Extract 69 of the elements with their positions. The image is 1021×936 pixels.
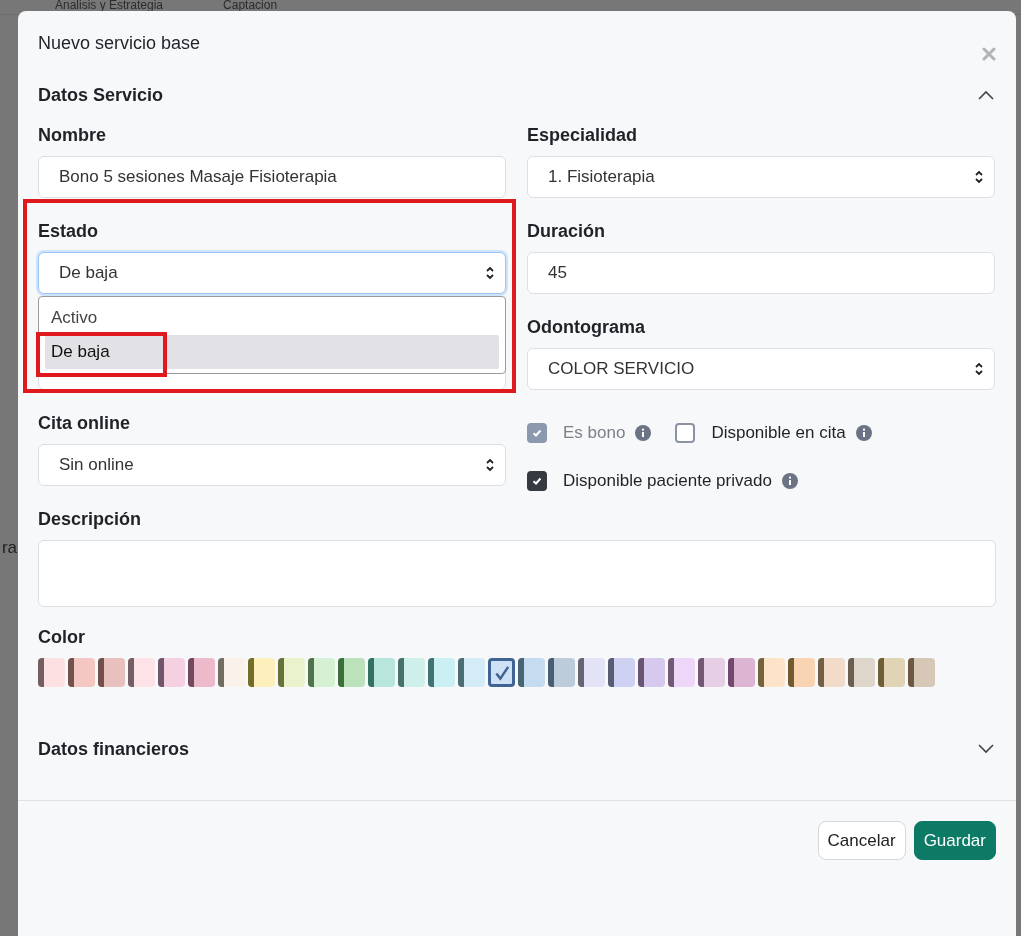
color-swatch[interactable] — [338, 658, 365, 687]
checkbox-label: Disponible en cita — [711, 423, 846, 443]
color-swatch[interactable] — [488, 658, 515, 687]
dropdown-option[interactable]: Activo — [45, 301, 499, 335]
color-swatch[interactable] — [548, 658, 575, 687]
checkbox-label: Es bono — [563, 423, 626, 443]
sort-icon — [974, 169, 984, 185]
select-field[interactable]: COLOR SERVICIO — [527, 348, 995, 390]
color-swatch[interactable] — [68, 658, 95, 687]
section-title: Datos financieros — [38, 738, 190, 760]
color-swatch[interactable] — [98, 658, 125, 687]
chevron-icon[interactable] — [978, 744, 994, 754]
color-swatch[interactable] — [728, 658, 755, 687]
color-swatch[interactable] — [818, 658, 845, 687]
dialog-button[interactable]: Cancelar — [817, 821, 906, 860]
text-field[interactable]: Bono 5 sesiones Masaje Fisioterapia — [38, 156, 506, 198]
info-icon[interactable] — [855, 425, 872, 441]
table-cell: ra — [0, 538, 17, 558]
select-field[interactable]: 1. Fisioterapia — [527, 156, 995, 198]
info-icon[interactable] — [781, 473, 798, 489]
color-swatch[interactable] — [518, 658, 545, 687]
field-label: Descripción — [38, 508, 143, 530]
color-swatch[interactable] — [698, 658, 725, 687]
checkbox[interactable] — [675, 423, 696, 443]
color-swatch[interactable] — [458, 658, 485, 687]
color-swatch[interactable] — [668, 658, 695, 687]
color-swatch[interactable] — [248, 658, 275, 687]
field-label: Especialidad — [527, 124, 639, 146]
color-swatch[interactable] — [188, 658, 215, 687]
color-swatch[interactable] — [398, 658, 425, 687]
select-field[interactable]: Sin online — [38, 444, 506, 486]
field-label: Odontograma — [527, 316, 646, 338]
dialog-title: Nuevo servicio base — [38, 32, 201, 54]
color-swatch[interactable] — [878, 658, 905, 687]
dropdown-option[interactable]: De baja — [45, 335, 499, 369]
color-swatch[interactable] — [608, 658, 635, 687]
section-title: Datos Servicio — [38, 84, 164, 106]
color-swatch[interactable] — [758, 658, 785, 687]
dialog-button[interactable]: Guardar — [913, 821, 996, 860]
color-swatch[interactable] — [368, 658, 395, 687]
color-swatch[interactable] — [908, 658, 935, 687]
checkbox[interactable] — [527, 471, 547, 491]
color-swatch[interactable] — [308, 658, 335, 687]
checkmark-icon — [531, 427, 543, 439]
sort-icon — [485, 457, 495, 473]
field-label: Estado — [38, 220, 99, 242]
chevron-icon[interactable] — [978, 90, 994, 100]
textarea-field[interactable] — [38, 540, 996, 607]
color-swatch[interactable] — [38, 658, 65, 687]
color-swatch[interactable] — [848, 658, 875, 687]
color-swatch[interactable] — [218, 658, 245, 687]
sort-icon — [485, 265, 495, 281]
field-label: Color — [38, 626, 86, 648]
info-icon[interactable] — [635, 425, 652, 441]
checkbox-label: Disponible paciente privado — [563, 471, 772, 491]
color-swatch[interactable] — [578, 658, 605, 687]
color-swatch[interactable] — [158, 658, 185, 687]
checkmark-icon — [531, 475, 543, 487]
sort-icon — [974, 361, 984, 377]
field-label: Cita online — [38, 412, 131, 434]
field-label: Duración — [527, 220, 606, 242]
select-field[interactable]: De baja — [38, 252, 506, 294]
color-swatch[interactable] — [788, 658, 815, 687]
text-field[interactable]: 45 — [527, 252, 995, 294]
color-swatch[interactable] — [278, 658, 305, 687]
color-swatch[interactable] — [428, 658, 455, 687]
field-label: Nombre — [38, 124, 107, 146]
color-swatch[interactable] — [128, 658, 155, 687]
color-swatch[interactable] — [638, 658, 665, 687]
